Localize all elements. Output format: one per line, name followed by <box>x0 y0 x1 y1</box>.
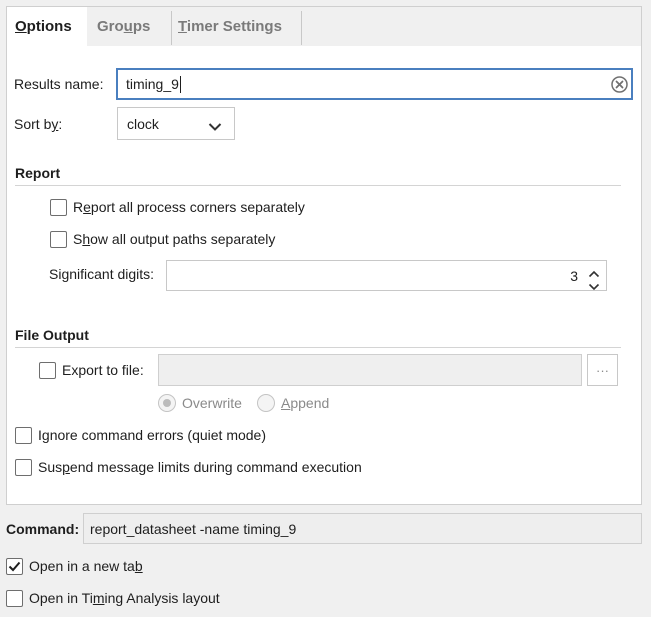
show-paths-label: Show all output paths separately <box>73 231 276 247</box>
spinner-up-icon[interactable] <box>588 265 600 278</box>
export-file-path-input[interactable] <box>158 354 582 386</box>
command-preview-field: report_datasheet -name timing_9 <box>83 513 642 544</box>
sort-by-value: clock <box>127 115 159 132</box>
report-divider <box>15 185 621 186</box>
open-timing-layout-label: Open in Timing Analysis layout <box>29 590 220 606</box>
significant-digits-label: Significant digits: <box>49 266 155 282</box>
results-name-value: timing_9 <box>126 76 179 92</box>
append-label: Append <box>281 395 330 411</box>
radio-selected-dot <box>163 399 171 407</box>
tab-options[interactable]: Options <box>7 7 87 47</box>
spinner-down-icon[interactable] <box>588 278 600 291</box>
report-section-title: Report <box>15 165 61 181</box>
tab-timer-settings[interactable]: Timer Settings <box>178 7 282 47</box>
results-name-label: Results name: <box>14 76 104 92</box>
show-paths-checkbox[interactable] <box>50 231 67 248</box>
open-new-tab-checkbox[interactable] <box>6 558 23 575</box>
overwrite-radio[interactable] <box>158 394 176 412</box>
suspend-limits-checkbox[interactable] <box>15 459 32 476</box>
browse-button[interactable]: ··· <box>587 354 618 386</box>
tab-divider <box>301 11 302 45</box>
command-label: Command: <box>6 521 80 537</box>
tab-bar: Options Groups Timer Settings <box>6 6 642 47</box>
command-preview-value: report_datasheet -name timing_9 <box>90 520 297 537</box>
results-name-input[interactable]: timing_9 <box>116 68 633 100</box>
export-to-file-checkbox[interactable] <box>39 362 56 379</box>
export-to-file-label: Export to file: <box>62 362 144 378</box>
significant-digits-spinner[interactable]: 3 <box>166 260 607 291</box>
open-new-tab-label: Open in a new tab <box>29 558 143 574</box>
ignore-errors-label: Ignore command errors (quiet mode) <box>38 427 266 443</box>
ignore-errors-checkbox[interactable] <box>15 427 32 444</box>
report-corners-label: Report all process corners separately <box>73 199 305 215</box>
checkmark-icon <box>8 561 21 572</box>
significant-digits-value: 3 <box>570 267 578 284</box>
append-radio[interactable] <box>257 394 275 412</box>
open-timing-layout-checkbox[interactable] <box>6 590 23 607</box>
report-corners-checkbox[interactable] <box>50 199 67 216</box>
overwrite-label: Overwrite <box>182 395 242 411</box>
clear-icon[interactable] <box>611 76 628 93</box>
suspend-limits-label: Suspend message limits during command ex… <box>38 459 362 475</box>
text-cursor <box>179 75 181 93</box>
tab-divider <box>171 11 172 45</box>
tab-groups[interactable]: Groups <box>97 7 150 47</box>
chevron-down-icon <box>208 119 222 131</box>
file-output-section-title: File Output <box>15 327 89 343</box>
sort-by-label: Sort by: <box>14 116 63 132</box>
file-output-divider <box>15 347 621 348</box>
sort-by-dropdown[interactable]: clock <box>117 107 235 140</box>
ellipsis-icon: ··· <box>596 362 609 378</box>
